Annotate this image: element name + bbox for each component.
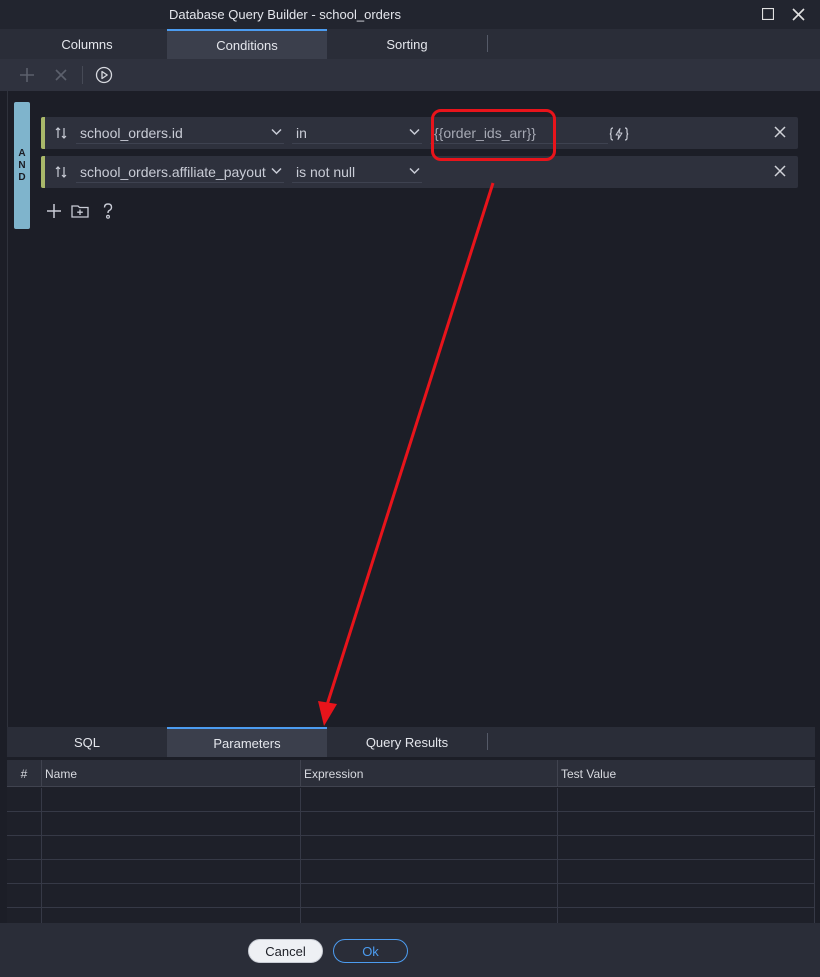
table-cell-test-value[interactable] [558,860,815,884]
annotation-highlight-box [431,109,556,161]
operator-select[interactable]: in [292,122,422,144]
chevron-down-icon [409,128,420,136]
table-cell-name[interactable] [42,812,301,836]
tab-sorting[interactable]: Sorting [327,29,487,59]
tab-conditions[interactable]: Conditions [167,29,327,59]
tab-sql[interactable]: SQL [7,727,167,757]
conditions-toolbar [0,59,820,91]
table-row[interactable] [7,788,815,812]
add-group-folder-icon[interactable] [70,201,90,221]
dynamic-data-icon[interactable] [609,126,629,142]
maximize-icon[interactable] [759,5,777,23]
table-cell-num[interactable] [7,908,42,923]
close-window-icon[interactable] [789,5,807,23]
table-cell-expression[interactable] [301,860,558,884]
add-condition-icon[interactable] [44,201,64,221]
title-bar: Database Query Builder - school_orders [0,0,820,29]
table-cell-expression[interactable] [301,788,558,812]
table-cell-expression[interactable] [301,812,558,836]
close-icon[interactable] [51,65,71,85]
table-row[interactable] [7,860,815,884]
column-header-name[interactable]: Name [42,760,301,787]
plus-icon[interactable] [17,65,37,85]
cancel-button[interactable]: Cancel [248,939,323,963]
dialog-footer: Cancel Ok [0,923,820,977]
table-cell-test-value[interactable] [558,836,815,860]
tab-columns[interactable]: Columns [7,29,167,59]
table-cell-test-value[interactable] [558,884,815,908]
conditions-panel: A N D school_orders.id in {{order_ids_ar… [7,91,815,727]
table-cell-num[interactable] [7,836,42,860]
field-select[interactable]: school_orders.id [76,122,284,144]
grid-header: # Name Expression Test Value [7,760,815,787]
table-cell-test-value[interactable] [558,812,815,836]
table-cell-name[interactable] [42,884,301,908]
remove-condition-icon[interactable] [774,126,786,138]
chevron-down-icon [409,167,420,175]
parameters-grid: # Name Expression Test Value [7,760,815,923]
field-select-value: school_orders.affiliate_payout [80,164,266,180]
table-cell-test-value[interactable] [558,788,815,812]
condition-actions [44,201,134,221]
tab-query-results[interactable]: Query Results [327,727,487,757]
column-header-number[interactable]: # [7,760,42,787]
help-icon[interactable] [98,201,118,221]
condition-row: school_orders.affiliate_payout is not nu… [41,156,798,188]
chevron-down-icon [271,128,282,136]
table-row[interactable] [7,884,815,908]
table-row[interactable] [7,836,815,860]
and-letter: A [18,147,26,159]
column-header-test-value[interactable]: Test Value [558,760,815,787]
table-cell-num[interactable] [7,884,42,908]
table-cell-name[interactable] [42,836,301,860]
window-title: Database Query Builder - school_orders [169,7,401,22]
table-cell-expression[interactable] [301,884,558,908]
table-cell-test-value[interactable] [558,908,815,923]
table-row[interactable] [7,812,815,836]
field-select[interactable]: school_orders.affiliate_payout [76,161,284,183]
table-cell-num[interactable] [7,860,42,884]
sort-arrows-icon[interactable] [54,165,68,179]
tab-separator [487,35,488,52]
table-cell-name[interactable] [42,860,301,884]
top-tab-bar: Columns Conditions Sorting [0,29,820,59]
table-cell-expression[interactable] [301,836,558,860]
play-circle-icon[interactable] [94,65,114,85]
tab-parameters[interactable]: Parameters [167,727,327,757]
table-cell-num[interactable] [7,788,42,812]
column-header-expression[interactable]: Expression [301,760,558,787]
table-cell-name[interactable] [42,908,301,923]
tab-separator [487,733,488,750]
operator-select-value: is not null [296,164,356,180]
and-letter: D [18,171,26,183]
table-row[interactable] [7,908,815,923]
remove-condition-icon[interactable] [774,165,786,177]
ok-button[interactable]: Ok [333,939,408,963]
toolbar-separator [82,66,83,84]
bottom-tab-bar: SQL Parameters Query Results [7,727,815,757]
and-letter: N [18,159,26,171]
condition-row: school_orders.id in {{order_ids_arr}} [41,117,798,149]
table-cell-expression[interactable] [301,908,558,923]
table-cell-num[interactable] [7,812,42,836]
table-cell-name[interactable] [42,788,301,812]
and-group-toggle[interactable]: A N D [14,102,30,229]
sort-arrows-icon[interactable] [54,126,68,140]
field-select-value: school_orders.id [80,125,183,141]
chevron-down-icon [271,167,282,175]
operator-select-value: in [296,125,307,141]
operator-select[interactable]: is not null [292,161,422,183]
